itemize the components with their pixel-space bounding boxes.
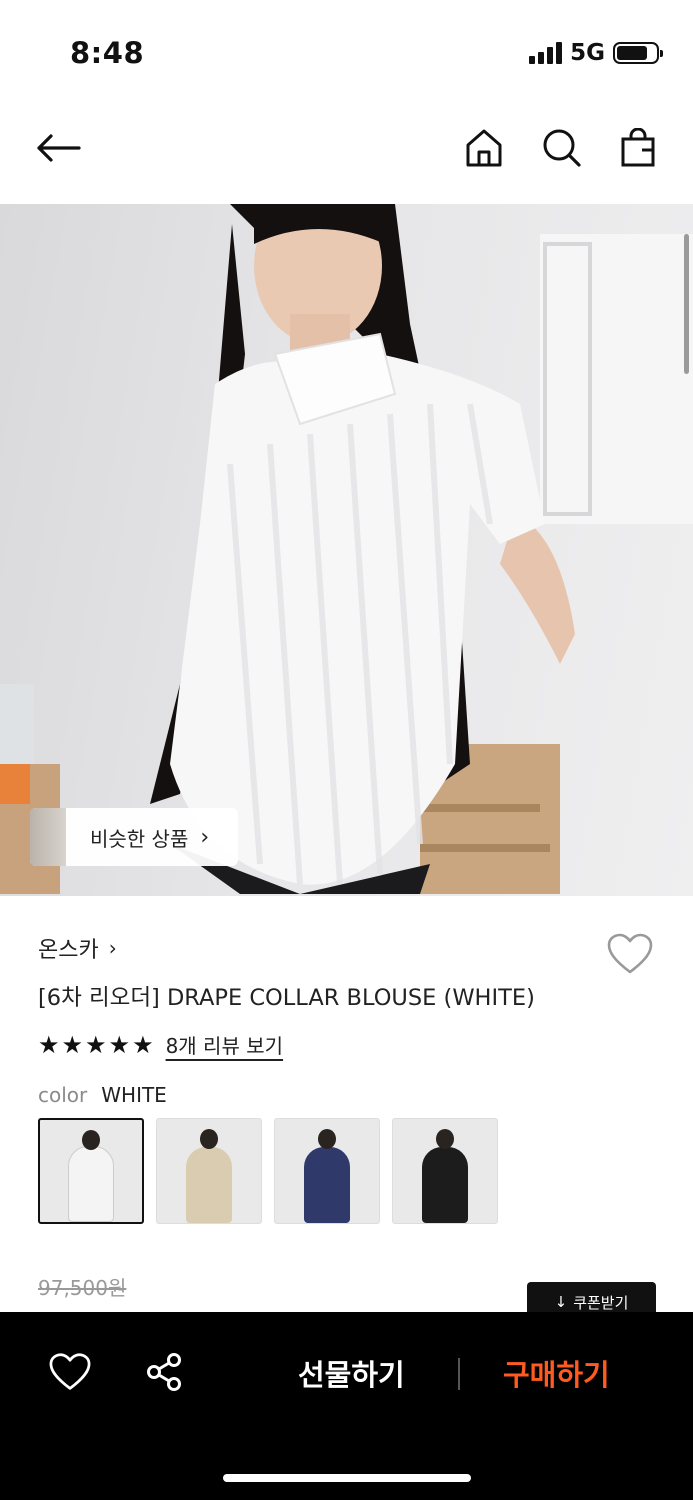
brand-name: 온스카 bbox=[38, 938, 99, 963]
signal-icon bbox=[529, 42, 563, 64]
back-arrow-icon[interactable] bbox=[34, 124, 82, 172]
color-swatch-navy-check[interactable] bbox=[274, 1118, 380, 1224]
swatch-model-head bbox=[82, 1130, 100, 1150]
swatch-model-garment bbox=[304, 1147, 350, 1223]
star-icon: ★ bbox=[38, 1030, 60, 1059]
rating-stars: ★ ★ ★ ★ ★ bbox=[38, 1033, 154, 1057]
status-time: 8:48 bbox=[70, 36, 145, 70]
buy-button[interactable]: 구매하기 bbox=[503, 1352, 610, 1394]
swatch-model-head bbox=[436, 1129, 454, 1149]
home-icon[interactable] bbox=[460, 124, 508, 172]
swatch-model-head bbox=[318, 1129, 336, 1149]
swatch-model-garment bbox=[186, 1147, 232, 1223]
swatch-model-head bbox=[200, 1129, 218, 1149]
battery-fill bbox=[617, 46, 648, 60]
similar-products-label: 비슷한 상품 bbox=[90, 826, 189, 851]
search-icon[interactable] bbox=[538, 124, 586, 172]
color-row: color WHITE bbox=[38, 1083, 167, 1107]
model-photo bbox=[0, 204, 693, 894]
star-icon: ★ bbox=[85, 1030, 107, 1059]
swatch-model-garment bbox=[422, 1147, 468, 1223]
coupon-label: 쿠폰받기 bbox=[573, 1293, 629, 1312]
color-swatch-black[interactable] bbox=[392, 1118, 498, 1224]
image-scrollbar[interactable] bbox=[684, 234, 689, 374]
status-bar: 8:48 5G bbox=[0, 0, 693, 100]
color-swatch-beige-check[interactable] bbox=[156, 1118, 262, 1224]
color-swatch-white[interactable] bbox=[38, 1118, 144, 1224]
download-arrow-icon: ↓ bbox=[554, 1293, 568, 1311]
product-hero-image[interactable]: 비슷한 상품 › bbox=[0, 204, 693, 896]
rating-row: ★ ★ ★ ★ ★ 8개 리뷰 보기 bbox=[38, 1030, 283, 1059]
battery-icon bbox=[613, 42, 663, 64]
wishlist-heart-icon[interactable] bbox=[606, 932, 654, 980]
status-indicators: 5G bbox=[529, 40, 663, 66]
color-label: color bbox=[38, 1083, 88, 1107]
star-icon: ★ bbox=[132, 1030, 154, 1059]
original-price: 97,500원 bbox=[38, 1276, 127, 1300]
star-icon: ★ bbox=[108, 1030, 131, 1059]
review-link[interactable]: 8개 리뷰 보기 bbox=[166, 1030, 283, 1059]
color-swatches bbox=[38, 1118, 498, 1224]
button-divider bbox=[458, 1358, 460, 1390]
brand-link[interactable]: 온스카 › bbox=[38, 932, 117, 964]
gift-button[interactable]: 선물하기 bbox=[298, 1352, 405, 1394]
bottom-action-bar: 선물하기 구매하기 bbox=[0, 1312, 693, 1500]
shopping-bag-icon[interactable] bbox=[614, 124, 662, 172]
chevron-right-icon: › bbox=[108, 936, 117, 960]
nav-bar bbox=[0, 100, 693, 204]
bottom-heart-icon[interactable] bbox=[48, 1352, 92, 1396]
home-indicator[interactable] bbox=[223, 1474, 471, 1482]
network-label: 5G bbox=[570, 40, 605, 66]
star-icon: ★ bbox=[61, 1030, 84, 1059]
share-icon[interactable] bbox=[144, 1352, 188, 1396]
product-title: [6차 리오더] DRAPE COLLAR BLOUSE (WHITE) bbox=[38, 985, 535, 1011]
swatch-model-garment bbox=[68, 1146, 114, 1222]
chevron-right-icon: › bbox=[200, 824, 210, 850]
similar-product-thumbnail bbox=[30, 808, 66, 866]
similar-products-button[interactable]: 비슷한 상품 › bbox=[30, 808, 238, 866]
color-value: WHITE bbox=[101, 1083, 167, 1107]
